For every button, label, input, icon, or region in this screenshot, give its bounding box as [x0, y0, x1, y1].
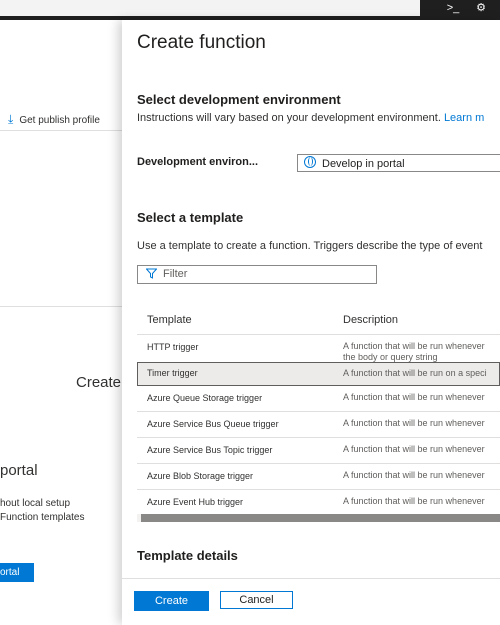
- dev-env-instructions: Instructions will vary based on your dev…: [137, 112, 485, 124]
- template-details-heading: Template details: [137, 548, 238, 563]
- dev-env-dropdown[interactable]: Develop in portal: [297, 154, 500, 172]
- template-table: Template Description HTTP trigger A func…: [137, 306, 500, 538]
- portal-description-line: Function templates: [0, 512, 85, 523]
- background-page: ⤓ Get publish profile Create portal hout …: [0, 20, 122, 624]
- row-template-name: Azure Queue Storage trigger: [147, 393, 263, 403]
- row-template-name: Azure Blob Storage trigger: [147, 471, 254, 481]
- terminal-icon[interactable]: >_: [442, 0, 464, 16]
- browser-area: [0, 0, 420, 16]
- panel-footer: Create Cancel: [122, 578, 500, 625]
- learn-more-link[interactable]: Learn m: [444, 112, 484, 124]
- row-description: A function that will be run whenever: [343, 496, 485, 506]
- table-row[interactable]: Azure Service Bus Topic trigger A functi…: [137, 438, 500, 464]
- table-row[interactable]: Azure Queue Storage trigger A function t…: [137, 386, 500, 412]
- panel-title: Create function: [137, 32, 266, 53]
- row-template-name: HTTP trigger: [147, 342, 199, 352]
- template-heading: Select a template: [137, 210, 244, 225]
- table-row-selected[interactable]: Timer trigger A function that will be ru…: [137, 362, 500, 386]
- top-bar: >_ ⚙: [0, 0, 500, 20]
- portal-heading: portal: [0, 462, 38, 479]
- row-description: A function that will be run whenever: [343, 470, 485, 480]
- download-icon: ⤓: [8, 112, 14, 126]
- filter-icon: [145, 268, 158, 279]
- column-header-template[interactable]: Template: [147, 314, 192, 326]
- table-row[interactable]: HTTP trigger A function that will be run…: [137, 335, 500, 365]
- row-description: A function that will be run whenever: [343, 418, 485, 428]
- filter-input[interactable]: Filter: [137, 265, 377, 284]
- table-header: Template Description: [137, 306, 500, 335]
- cancel-button[interactable]: Cancel: [220, 591, 293, 609]
- get-publish-profile-button[interactable]: ⤓ Get publish profile: [8, 112, 100, 127]
- row-description: A function that will be run whenever: [343, 392, 485, 402]
- portal-description-line: hout local setup: [0, 498, 71, 509]
- divider: [0, 130, 122, 131]
- row-description: A function that will be run whenever the …: [343, 341, 485, 362]
- table-row[interactable]: Azure Event Hub trigger A function that …: [137, 490, 500, 516]
- row-description: A function that will be run whenever: [343, 444, 485, 454]
- row-template-name: Azure Service Bus Topic trigger: [147, 445, 273, 455]
- row-template-name: Timer trigger: [147, 368, 198, 378]
- create-function-panel: Create function Select development envir…: [122, 20, 500, 625]
- create-button[interactable]: Create: [134, 591, 209, 611]
- create-heading: Create: [76, 374, 122, 391]
- table-row[interactable]: Azure Blob Storage trigger A function th…: [137, 464, 500, 490]
- table-row[interactable]: Azure Service Bus Queue trigger A functi…: [137, 412, 500, 438]
- directory-filter-icon[interactable]: ⚙: [470, 0, 492, 16]
- scrollbar-thumb[interactable]: [141, 514, 500, 522]
- portal-button[interactable]: ortal: [0, 563, 34, 582]
- column-header-description[interactable]: Description: [343, 314, 398, 326]
- divider: [0, 306, 122, 307]
- row-template-name: Azure Service Bus Queue trigger: [147, 419, 279, 429]
- row-template-name: Azure Event Hub trigger: [147, 497, 244, 507]
- row-description: A function that will be run on a speci: [343, 368, 487, 378]
- horizontal-scrollbar[interactable]: [137, 514, 500, 522]
- dev-env-label: Development environ...: [137, 156, 259, 168]
- dev-env-heading: Select development environment: [137, 92, 341, 107]
- globe-icon: [304, 156, 316, 168]
- template-instructions: Use a template to create a function. Tri…: [137, 240, 483, 252]
